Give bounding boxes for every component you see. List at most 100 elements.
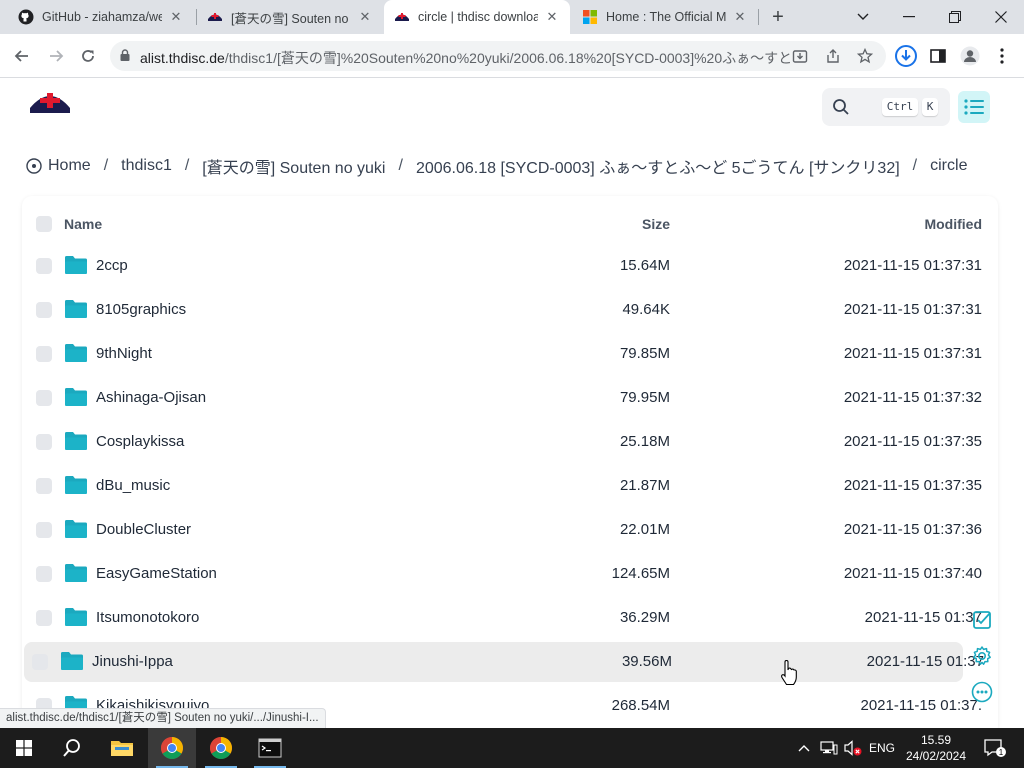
- close-tab-icon[interactable]: ✕: [732, 9, 748, 25]
- folder-icon: [65, 256, 87, 274]
- notification-center-button[interactable]: 1: [980, 728, 1010, 768]
- tab-title: [蒼天の雪] Souten no yu: [231, 11, 351, 26]
- file-size: 49.64K: [622, 301, 670, 318]
- terminal-taskbar-button[interactable]: [246, 728, 294, 768]
- breadcrumb-thdisc1[interactable]: thdisc1: [121, 157, 172, 175]
- profile-avatar-icon[interactable]: [958, 44, 982, 68]
- hand-cursor-icon: [781, 660, 797, 686]
- browser-tab-souten[interactable]: [蒼天の雪] Souten no yu ✕: [197, 0, 383, 34]
- settings-button[interactable]: [970, 644, 994, 668]
- download-extension-icon[interactable]: [894, 44, 918, 68]
- taskbar-search-button[interactable]: [48, 728, 96, 768]
- file-name[interactable]: Itsumonotokoro: [96, 609, 199, 626]
- table-row[interactable]: DoubleCluster 22.01M 2021-11-15 01:37:36: [22, 510, 998, 550]
- chrome-taskbar-button[interactable]: [197, 728, 245, 768]
- bookmark-star-icon[interactable]: [855, 46, 875, 66]
- file-name[interactable]: 8105graphics: [96, 301, 186, 318]
- file-modified: 2021-11-15 01:37:31: [843, 345, 982, 362]
- search-icon: [63, 739, 80, 757]
- install-app-icon[interactable]: [790, 46, 810, 66]
- input-language[interactable]: ENG: [866, 728, 898, 768]
- row-checkbox[interactable]: [32, 654, 48, 670]
- table-row[interactable]: 9thNight 79.85M 2021-11-15 01:37:31: [22, 334, 998, 374]
- more-actions-button[interactable]: [970, 680, 994, 704]
- file-explorer-button[interactable]: [98, 728, 146, 768]
- file-name[interactable]: 2ccp: [96, 257, 128, 274]
- row-checkbox[interactable]: [36, 522, 52, 538]
- chrome-taskbar-button-active[interactable]: [148, 728, 196, 768]
- breadcrumb-souten-no-yuki[interactable]: [蒼天の雪] Souten no yuki: [202, 154, 385, 178]
- row-checkbox[interactable]: [36, 434, 52, 450]
- row-checkbox[interactable]: [36, 478, 52, 494]
- browser-tab-circle[interactable]: circle | thdisc downloa ✕: [384, 0, 570, 34]
- row-checkbox[interactable]: [36, 566, 52, 582]
- table-row[interactable]: dBu_music 21.87M 2021-11-15 01:37:35: [22, 466, 998, 506]
- file-name[interactable]: Ashinaga-Ojisan: [96, 389, 206, 406]
- clock-date: 24/02/2024: [905, 749, 967, 763]
- start-button[interactable]: [0, 728, 48, 768]
- volume-muted-icon[interactable]: [842, 728, 864, 768]
- table-row[interactable]: Ashinaga-Ojisan 79.95M 2021-11-15 01:37:32: [22, 378, 998, 418]
- file-name[interactable]: Cosplaykissa: [96, 433, 184, 450]
- system-clock[interactable]: 15.59 24/02/2024: [902, 732, 970, 764]
- column-header-name[interactable]: Name: [64, 216, 102, 232]
- minimize-icon[interactable]: [886, 0, 932, 34]
- table-row[interactable]: 2ccp 15.64M 2021-11-15 01:37:31: [22, 246, 998, 286]
- search-button[interactable]: Ctrl K: [822, 88, 950, 126]
- file-name[interactable]: Jinushi-Ippa: [92, 653, 173, 670]
- row-checkbox[interactable]: [36, 346, 52, 362]
- tab-search-icon[interactable]: [840, 0, 886, 34]
- file-modified: 2021-11-15 01:37: [866, 653, 984, 670]
- column-header-size[interactable]: Size: [642, 216, 670, 232]
- table-row[interactable]: Jinushi-Ippa 39.56M 2021-11-15 01:37: [24, 642, 984, 682]
- file-name[interactable]: dBu_music: [96, 477, 170, 494]
- show-hidden-icons-chevron[interactable]: [794, 728, 814, 768]
- select-mode-button[interactable]: [970, 608, 994, 632]
- new-tab-icon[interactable]: +: [766, 5, 790, 29]
- file-name[interactable]: EasyGameStation: [96, 565, 217, 582]
- browser-tab-microsoft[interactable]: Home : The Official Mi ✕: [572, 0, 758, 34]
- restore-icon[interactable]: [932, 0, 978, 34]
- folder-icon: [65, 300, 87, 318]
- file-modified: 2021-11-15 01:37:31: [843, 257, 982, 274]
- row-checkbox[interactable]: [36, 258, 52, 274]
- close-tab-icon[interactable]: ✕: [168, 9, 184, 25]
- table-row[interactable]: Cosplaykissa 25.18M 2021-11-15 01:37:35: [22, 422, 998, 462]
- file-size: 268.54M: [611, 697, 670, 714]
- select-all-checkbox[interactable]: [36, 216, 52, 232]
- row-checkbox[interactable]: [36, 610, 52, 626]
- row-checkbox[interactable]: [36, 302, 52, 318]
- forward-icon[interactable]: [42, 42, 70, 70]
- browser-toolbar: alist.thdisc.de/thdisc1/[蒼天の雪]%20Souten%…: [0, 34, 1024, 78]
- breadcrumb-home[interactable]: Home: [48, 157, 91, 175]
- close-tab-icon[interactable]: ✕: [544, 9, 560, 25]
- site-logo[interactable]: [28, 88, 72, 116]
- breadcrumb-separator: /: [398, 157, 403, 174]
- folder-icon: [65, 432, 87, 450]
- notification-icon: 1: [984, 739, 1006, 757]
- file-size: 39.56M: [621, 653, 672, 670]
- file-size: 25.18M: [619, 433, 670, 450]
- list-view-toggle[interactable]: [958, 91, 990, 123]
- row-checkbox[interactable]: [36, 390, 52, 406]
- file-modified: 2021-11-15 01:37:40: [843, 565, 982, 582]
- file-name[interactable]: 9thNight: [96, 345, 152, 362]
- close-tab-icon[interactable]: ✕: [357, 9, 373, 25]
- breadcrumb-album[interactable]: 2006.06.18 [SYCD-0003] ふぁ〜すとふ〜ど 5ごうてん [サ…: [416, 154, 900, 178]
- network-icon[interactable]: [818, 728, 840, 768]
- file-name[interactable]: DoubleCluster: [96, 521, 191, 538]
- menu-kebab-icon[interactable]: [990, 44, 1014, 68]
- share-icon[interactable]: [823, 46, 843, 66]
- column-header-modified[interactable]: Modified: [924, 216, 982, 232]
- browser-tab-github[interactable]: GitHub - ziahamza/web ✕: [8, 0, 194, 34]
- reload-icon[interactable]: [74, 42, 102, 70]
- close-window-icon[interactable]: [978, 0, 1024, 34]
- back-icon[interactable]: [8, 42, 36, 70]
- table-row[interactable]: EasyGameStation 124.65M 2021-11-15 01:37:4…: [22, 554, 998, 594]
- table-row[interactable]: Itsumonotokoro 36.29M 2021-11-15 01:37: [22, 598, 998, 638]
- table-row[interactable]: 8105graphics 49.64K 2021-11-15 01:37:31: [22, 290, 998, 330]
- more-circle-icon: [971, 681, 993, 703]
- side-panel-icon[interactable]: [926, 44, 950, 68]
- address-bar[interactable]: alist.thdisc.de/thdisc1/[蒼天の雪]%20Souten%…: [110, 41, 886, 71]
- windows-logo-icon: [16, 740, 32, 756]
